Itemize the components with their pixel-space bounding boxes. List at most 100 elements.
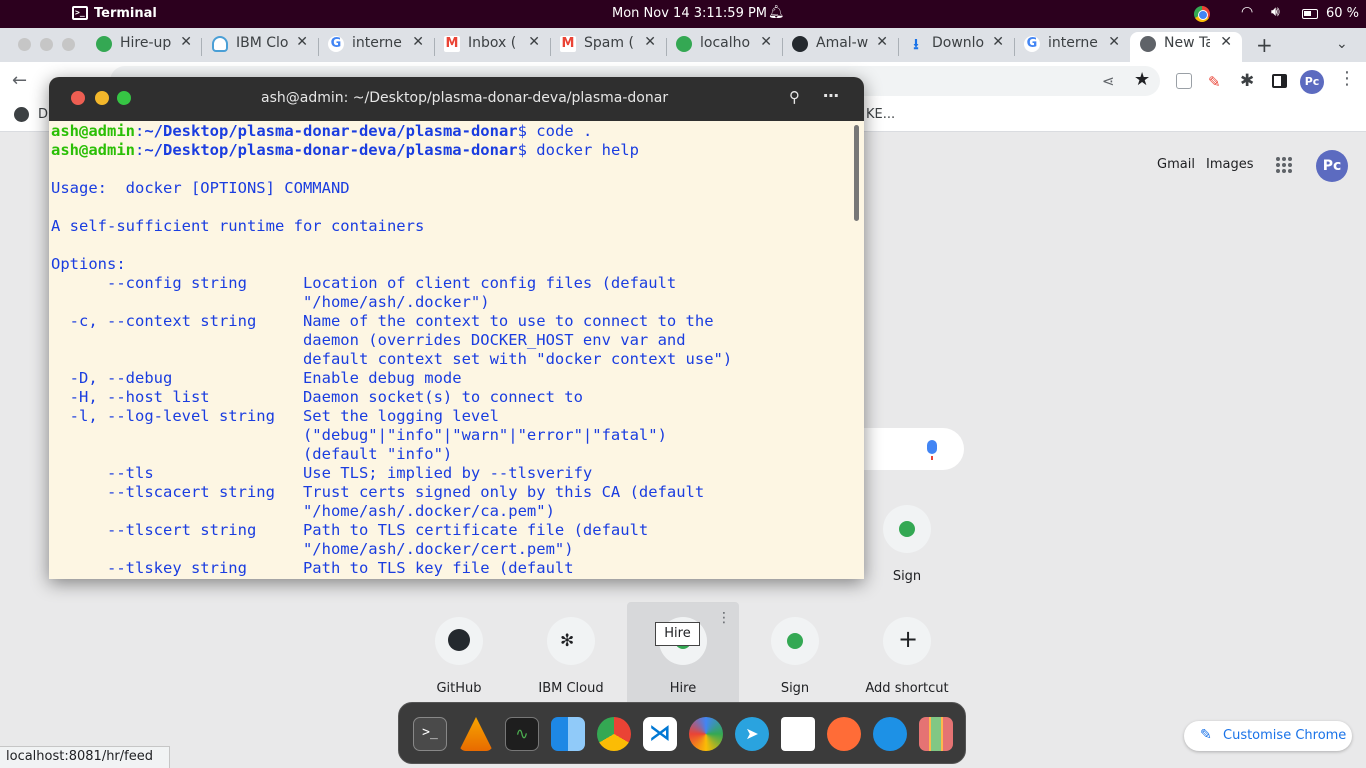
- close-icon[interactable]: ✕: [644, 34, 656, 50]
- side-panel-icon[interactable]: [1272, 74, 1287, 88]
- browser-tab[interactable]: Hire-up ✕: [96, 32, 192, 62]
- prompt-path: ~/Desktop/plasma-donar-deva/plasma-donar: [144, 141, 518, 159]
- shortcut-tile-ibm-cloud[interactable]: ✻: [547, 617, 595, 665]
- bookmark-star-icon[interactable]: ★: [1134, 69, 1150, 90]
- system-monitor-icon[interactable]: ∿: [505, 717, 539, 751]
- google-g-icon: G: [1024, 36, 1040, 52]
- vscode-icon[interactable]: ⋊: [643, 717, 677, 751]
- browser-tab[interactable]: ⭳ Downlo ✕: [908, 32, 1004, 62]
- share-icon[interactable]: ⋖: [1102, 72, 1115, 90]
- terminal-titlebar[interactable]: ash@admin: ~/Desktop/plasma-donar-deva/p…: [49, 77, 864, 121]
- scrollbar[interactable]: [854, 125, 859, 221]
- browser-tab[interactable]: Amal-w ✕: [792, 32, 888, 62]
- shortcut-tile-sign-top[interactable]: [883, 505, 931, 553]
- active-app-name[interactable]: Terminal: [94, 6, 157, 21]
- window-maximize-button[interactable]: [62, 38, 75, 51]
- prompt-user: ash@admin: [51, 141, 135, 159]
- battery-icon[interactable]: [1302, 9, 1318, 19]
- tile-label[interactable]: GitHub: [404, 681, 514, 696]
- window-minimize-button[interactable]: [40, 38, 53, 51]
- app-grid-icon[interactable]: [919, 717, 953, 751]
- google-apps-icon[interactable]: [1276, 157, 1292, 173]
- close-icon[interactable]: ✕: [528, 34, 540, 50]
- tile-label[interactable]: IBM Cloud: [516, 681, 626, 696]
- browser-tab[interactable]: M Inbox ( ✕: [444, 32, 540, 62]
- tab-separator: [434, 38, 435, 56]
- menu-dots-icon[interactable]: ⋯: [823, 86, 839, 105]
- tab-separator: [201, 38, 202, 56]
- tile-more-icon[interactable]: ⋮: [717, 610, 731, 626]
- terminal-icon[interactable]: >_: [413, 717, 447, 751]
- images-link[interactable]: Images: [1206, 157, 1254, 172]
- window-close-button[interactable]: [18, 38, 31, 51]
- terminal-output[interactable]: ash@admin:~/Desktop/plasma-donar-deva/pl…: [51, 121, 851, 579]
- tile-label[interactable]: Add shortcut: [852, 681, 962, 696]
- shortcut-tile-add[interactable]: +: [883, 617, 931, 665]
- close-icon[interactable]: ✕: [876, 34, 888, 50]
- telegram-icon[interactable]: ➤: [735, 717, 769, 751]
- extensions-puzzle-icon[interactable]: ✱: [1240, 71, 1254, 91]
- dock: >_ ∿ ⋊ ➤: [398, 702, 966, 764]
- chrome-menu-icon[interactable]: ⋮: [1338, 68, 1356, 89]
- tab-separator: [318, 38, 319, 56]
- bookmark-item[interactable]: KE...: [866, 107, 895, 122]
- terminal-app-icon: >_: [72, 6, 88, 20]
- chrome-tray-icon[interactable]: [1194, 6, 1210, 22]
- browser-tab[interactable]: IBM Clo ✕: [212, 32, 308, 62]
- volume-icon[interactable]: 🔊︎: [1271, 4, 1280, 20]
- shortcut-tile-sign[interactable]: [771, 617, 819, 665]
- finder-icon[interactable]: [551, 717, 585, 751]
- globe-icon[interactable]: [14, 107, 29, 122]
- browser-tab[interactable]: G interne ✕: [1024, 32, 1120, 62]
- profile-avatar[interactable]: Pc: [1300, 70, 1324, 94]
- close-icon[interactable]: ✕: [992, 34, 1004, 50]
- bookmark-item[interactable]: D: [38, 107, 48, 122]
- tab-separator: [666, 38, 667, 56]
- extension-box-icon[interactable]: [1176, 73, 1192, 89]
- tab-search-chevron-icon[interactable]: ⌄: [1336, 36, 1348, 52]
- close-icon[interactable]: ✕: [1108, 34, 1120, 50]
- mongodb-compass-icon[interactable]: [781, 717, 815, 751]
- tile-label[interactable]: Sign: [740, 681, 850, 696]
- back-arrow-icon[interactable]: ←: [12, 70, 27, 91]
- gmail-icon: M: [560, 36, 576, 52]
- close-button[interactable]: [71, 91, 85, 105]
- docker-icon[interactable]: [873, 717, 907, 751]
- close-icon[interactable]: ✕: [1220, 34, 1232, 50]
- microphone-icon[interactable]: [927, 440, 937, 460]
- clock[interactable]: Mon Nov 14 3:11:59 PM: [612, 6, 767, 21]
- browser-tab[interactable]: M Spam ( ✕: [560, 32, 656, 62]
- search-icon[interactable]: ⚲: [789, 88, 800, 106]
- browser-tab-active[interactable]: New Ta ✕: [1130, 32, 1242, 62]
- photos-icon[interactable]: [689, 717, 723, 751]
- docker-help-text: Usage: docker [OPTIONS] COMMAND A self-s…: [51, 179, 733, 577]
- vlc-icon[interactable]: [459, 717, 493, 751]
- ntp-profile-avatar[interactable]: Pc: [1316, 150, 1348, 182]
- minimize-button[interactable]: [95, 91, 109, 105]
- tooltip: Hire: [655, 622, 700, 646]
- battery-percent: 60 %: [1326, 6, 1360, 21]
- customise-chrome-button[interactable]: ✎ Customise Chrome: [1184, 721, 1352, 751]
- postman-icon[interactable]: [827, 717, 861, 751]
- gmail-link[interactable]: Gmail: [1157, 157, 1195, 172]
- browser-tab[interactable]: localho ✕: [676, 32, 772, 62]
- new-tab-button[interactable]: +: [1256, 33, 1273, 57]
- prompt-user: ash@admin: [51, 122, 135, 140]
- tile-label[interactable]: Hire: [628, 681, 738, 696]
- maximize-button[interactable]: [117, 91, 131, 105]
- chrome-icon[interactable]: [597, 717, 631, 751]
- close-icon[interactable]: ✕: [296, 34, 308, 50]
- terminal-window[interactable]: ash@admin: ~/Desktop/plasma-donar-deva/p…: [49, 77, 864, 579]
- tab-separator: [550, 38, 551, 56]
- shortcut-tile-github[interactable]: [435, 617, 483, 665]
- close-icon[interactable]: ✕: [180, 34, 192, 50]
- system-top-bar: >_ Terminal Mon Nov 14 3:11:59 PM 🔔︎ ◠ 🔊…: [0, 0, 1366, 28]
- close-icon[interactable]: ✕: [412, 34, 424, 50]
- green-drop-icon: [96, 36, 112, 52]
- browser-tab[interactable]: G interne ✕: [328, 32, 424, 62]
- color-picker-icon[interactable]: ✎: [1208, 73, 1221, 91]
- wifi-icon[interactable]: ◠: [1241, 4, 1253, 20]
- pencil-icon: ✎: [1200, 727, 1212, 743]
- close-icon[interactable]: ✕: [760, 34, 772, 50]
- plus-icon: +: [898, 625, 919, 653]
